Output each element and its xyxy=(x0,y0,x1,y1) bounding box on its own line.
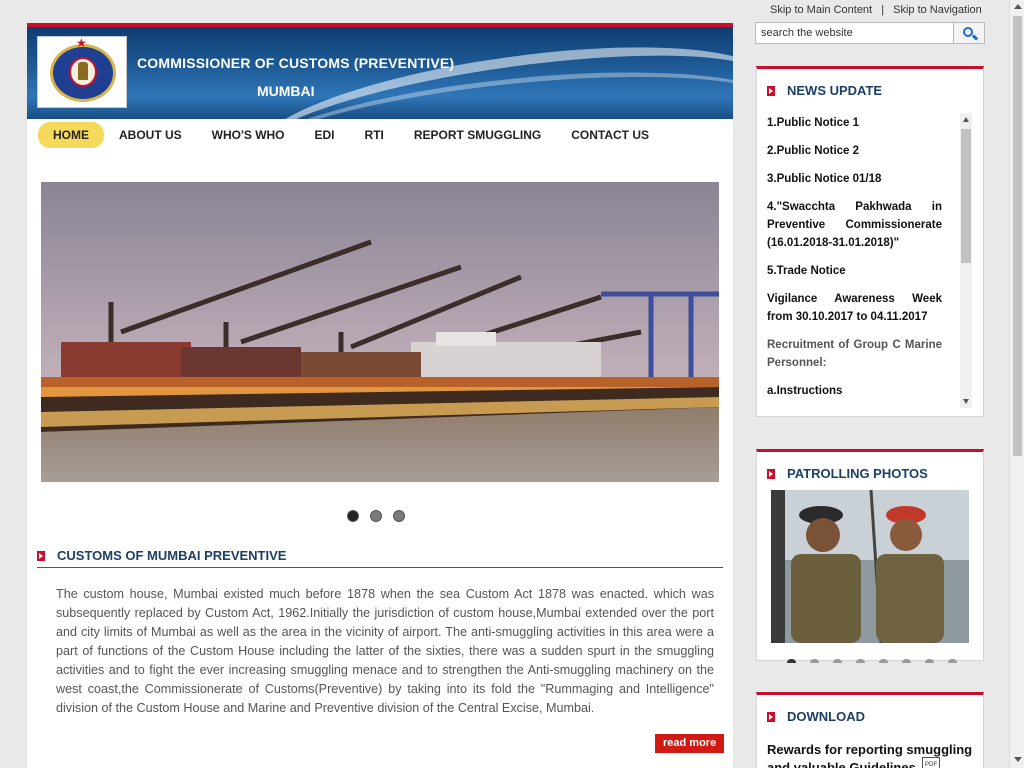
download-panel: DOWNLOAD Rewards for reporting smuggling… xyxy=(756,692,984,768)
skip-links: Skip to Main Content | Skip to Navigatio… xyxy=(770,4,982,16)
slider-pagination xyxy=(347,510,405,522)
main-content: ★ COMMISSIONER OF CUSTOMS (PREVENTIVE) M… xyxy=(27,23,733,768)
arrow-bullet-icon xyxy=(767,712,775,722)
news-item[interactable]: Vigilance Awareness Week from 30.10.2017… xyxy=(767,290,942,326)
nav-contact-us[interactable]: CONTACT US xyxy=(556,122,664,148)
download-heading: DOWNLOAD xyxy=(757,695,983,731)
about-section-heading: CUSTOMS OF MUMBAI PREVENTIVE xyxy=(37,547,723,568)
slider-dot-2[interactable] xyxy=(370,510,382,522)
patrolling-photos-heading: PATROLLING PHOTOS xyxy=(757,452,983,488)
star-icon: ★ xyxy=(76,36,87,50)
slider-dot-3[interactable] xyxy=(393,510,405,522)
news-scroll-thumb[interactable] xyxy=(961,129,971,263)
arrow-bullet-icon xyxy=(37,551,45,561)
news-item[interactable]: 4."Swacchta Pakhwada in Preventive Commi… xyxy=(767,198,942,252)
news-item-heading: Recruitment of Group C Marine Personnel: xyxy=(767,339,942,369)
nav-home[interactable]: HOME xyxy=(38,122,104,148)
scroll-down-icon[interactable] xyxy=(1014,757,1022,762)
news-update-heading: NEWS UPDATE xyxy=(757,69,983,105)
patrol-dot[interactable] xyxy=(948,659,957,663)
read-more-button[interactable]: read more xyxy=(655,734,725,753)
news-item[interactable]: 5.Trade Notice xyxy=(767,262,942,280)
customs-logo[interactable]: ★ xyxy=(37,36,127,108)
nav-edi[interactable]: EDI xyxy=(300,122,350,148)
news-update-panel: NEWS UPDATE 1.Public Notice 1 2.Public N… xyxy=(756,66,984,417)
slider-dot-1[interactable] xyxy=(347,510,359,522)
news-item[interactable]: 2.Public Notice 2 xyxy=(767,142,942,160)
nav-whos-who[interactable]: WHO'S WHO xyxy=(197,122,300,148)
patrolling-photos-title: PATROLLING PHOTOS xyxy=(787,466,928,481)
site-title: COMMISSIONER OF CUSTOMS (PREVENTIVE) xyxy=(137,55,455,71)
news-list: 1.Public Notice 1 2.Public Notice 2 3.Pu… xyxy=(767,114,942,410)
patrolling-photos-panel: PATROLLING PHOTOS xyxy=(756,449,984,663)
skip-to-navigation-link[interactable]: Skip to Navigation xyxy=(893,4,982,16)
patrol-dot[interactable] xyxy=(879,659,888,663)
news-item[interactable]: 3.Public Notice 01/18 xyxy=(767,170,942,188)
search-input[interactable] xyxy=(755,22,954,44)
skip-to-main-link[interactable]: Skip to Main Content xyxy=(770,4,872,16)
arrow-bullet-icon xyxy=(767,86,775,96)
about-title: CUSTOMS OF MUMBAI PREVENTIVE xyxy=(57,548,287,563)
search-bar xyxy=(755,22,985,44)
skip-separator: | xyxy=(881,4,885,16)
patrol-dot[interactable] xyxy=(833,659,842,663)
patrol-dot[interactable] xyxy=(810,659,819,663)
hero-slider[interactable] xyxy=(41,182,719,482)
about-body: The custom house, Mumbai existed much be… xyxy=(56,587,714,715)
nav-about-us[interactable]: ABOUT US xyxy=(104,122,197,148)
main-navigation: HOME ABOUT US WHO'S WHO EDI RTI REPORT S… xyxy=(27,119,733,175)
download-rewards-link[interactable]: Rewards for reporting smuggling and valu… xyxy=(767,741,982,768)
officers-on-boat-image xyxy=(771,490,969,643)
page-scroll-thumb[interactable] xyxy=(1013,16,1022,456)
page-scrollbar[interactable] xyxy=(1009,0,1024,768)
patrol-pagination xyxy=(787,659,957,663)
emblem-icon xyxy=(78,62,88,80)
pdf-icon[interactable]: PDF xyxy=(922,757,940,768)
patrol-dot[interactable] xyxy=(902,659,911,663)
port-cranes-image xyxy=(41,182,719,482)
patrol-dot[interactable] xyxy=(925,659,934,663)
site-subtitle: MUMBAI xyxy=(257,83,315,99)
nav-rti[interactable]: RTI xyxy=(350,122,399,148)
news-update-title: NEWS UPDATE xyxy=(787,83,883,98)
news-item[interactable]: 1.Public Notice 1 xyxy=(767,114,942,132)
nav-report-smuggling[interactable]: REPORT SMUGGLING xyxy=(399,122,556,148)
site-header: ★ COMMISSIONER OF CUSTOMS (PREVENTIVE) M… xyxy=(27,23,733,119)
download-title: DOWNLOAD xyxy=(787,709,865,724)
scroll-down-icon[interactable] xyxy=(963,399,969,404)
patrol-dot[interactable] xyxy=(787,659,796,663)
patrol-dot[interactable] xyxy=(856,659,865,663)
search-button[interactable] xyxy=(954,22,985,44)
patrolling-photo[interactable] xyxy=(771,490,969,643)
news-item[interactable]: a.Instructions xyxy=(767,382,942,400)
news-scrollbar[interactable] xyxy=(960,113,972,408)
scroll-up-icon[interactable] xyxy=(963,117,969,122)
arrow-bullet-icon xyxy=(767,469,775,479)
scroll-up-icon[interactable] xyxy=(1014,4,1022,9)
